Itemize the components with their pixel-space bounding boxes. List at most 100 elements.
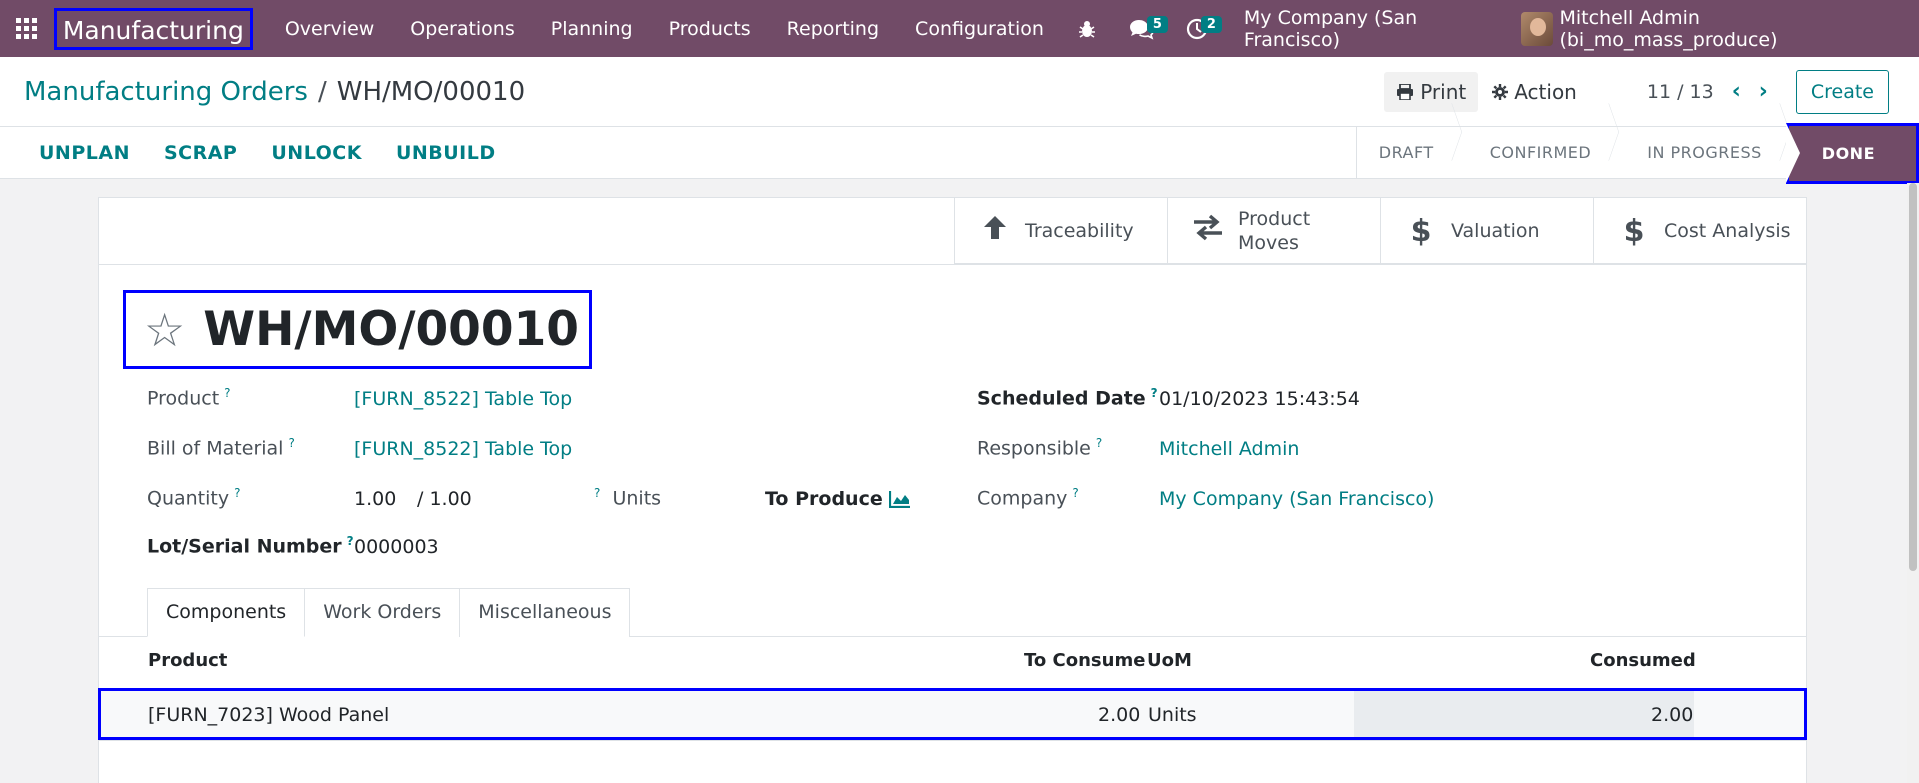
smart-bar-divider bbox=[99, 264, 1806, 265]
activity-count-badge: 2 bbox=[1200, 15, 1222, 33]
debug-bug-icon[interactable] bbox=[1062, 19, 1112, 39]
to-produce-label: To Produce bbox=[765, 488, 883, 510]
user-menu[interactable]: Mitchell Admin (bi_mo_mass_produce) bbox=[1521, 7, 1919, 51]
exchange-icon bbox=[1192, 213, 1224, 249]
pager-next-icon[interactable]: › bbox=[1759, 79, 1768, 104]
quantity-input[interactable]: 1.00 bbox=[354, 488, 396, 510]
menu-overview[interactable]: Overview bbox=[267, 18, 392, 40]
unplan-button[interactable]: UNPLAN bbox=[0, 142, 147, 164]
help-icon: ? bbox=[224, 386, 231, 400]
menu-operations[interactable]: Operations bbox=[392, 18, 532, 40]
help-icon: ? bbox=[1150, 386, 1158, 400]
dollar-icon: $ bbox=[1410, 213, 1432, 249]
menu-configuration[interactable]: Configuration bbox=[897, 18, 1062, 40]
responsible-field[interactable]: Mitchell Admin bbox=[1159, 438, 1299, 460]
quantity-label: Quantity? bbox=[147, 486, 240, 509]
top-navbar: Manufacturing Overview Operations Planni… bbox=[0, 0, 1919, 57]
avatar bbox=[1521, 11, 1554, 46]
breadcrumb-manufacturing-orders[interactable]: Manufacturing Orders bbox=[24, 77, 308, 107]
help-icon: ? bbox=[288, 436, 295, 450]
product-moves-button[interactable]: Product Moves bbox=[1167, 198, 1380, 264]
scheduled-date-field[interactable]: 01/10/2023 15:43:54 bbox=[1159, 388, 1360, 410]
app-brand[interactable]: Manufacturing bbox=[53, 7, 253, 50]
stage-in-progress[interactable]: IN PROGRESS bbox=[1615, 127, 1786, 178]
company-label-text: Company bbox=[977, 487, 1068, 510]
valuation-button[interactable]: $ Valuation bbox=[1380, 198, 1593, 264]
notebook-tabs: Components Work Orders Miscellaneous bbox=[147, 588, 631, 637]
chat-count-badge: 5 bbox=[1146, 15, 1168, 33]
cost-analysis-label: Cost Analysis bbox=[1664, 220, 1791, 242]
company-field[interactable]: My Company (San Francisco) bbox=[1159, 488, 1434, 510]
menu-products[interactable]: Products bbox=[651, 18, 769, 40]
area-chart-icon[interactable] bbox=[888, 490, 911, 512]
menu-reporting[interactable]: Reporting bbox=[769, 18, 897, 40]
star-icon[interactable]: ☆ bbox=[144, 303, 185, 357]
printer-icon bbox=[1397, 83, 1414, 100]
quantity-uom: ? Units bbox=[589, 486, 661, 509]
lot-label: Lot/Serial Number? bbox=[147, 534, 354, 557]
cost-analysis-button[interactable]: $ Cost Analysis bbox=[1593, 198, 1806, 264]
tab-work-orders[interactable]: Work Orders bbox=[304, 588, 461, 637]
help-icon: ? bbox=[234, 486, 241, 500]
pager-previous-icon[interactable]: ‹ bbox=[1732, 79, 1741, 104]
dollar-icon: $ bbox=[1623, 213, 1645, 249]
help-icon: ? bbox=[594, 486, 601, 500]
stage-draft[interactable]: DRAFT bbox=[1355, 127, 1458, 178]
lot-field[interactable]: 0000003 bbox=[354, 536, 439, 558]
record-title-box: ☆ WH/MO/00010 bbox=[123, 290, 592, 369]
print-label: Print bbox=[1420, 79, 1467, 104]
chat-icon[interactable]: 5 bbox=[1112, 15, 1170, 40]
valuation-label: Valuation bbox=[1451, 220, 1540, 242]
gear-icon bbox=[1492, 83, 1509, 100]
stage-confirmed[interactable]: CONFIRMED bbox=[1458, 127, 1616, 178]
scrap-button[interactable]: SCRAP bbox=[147, 142, 254, 164]
stage-pipeline: DRAFT CONFIRMED IN PROGRESS DONE bbox=[1355, 123, 1919, 184]
product-moves-label-line1: Product bbox=[1238, 208, 1311, 230]
responsible-label-text: Responsible bbox=[977, 437, 1091, 460]
bom-label-text: Bill of Material bbox=[147, 437, 284, 460]
status-bar: UNPLAN SCRAP UNLOCK UNBUILD DRAFT CONFIR… bbox=[0, 123, 1919, 184]
arrow-up-icon bbox=[979, 213, 1011, 249]
stage-done[interactable]: DONE bbox=[1785, 123, 1919, 184]
product-moves-label: Product Moves bbox=[1238, 207, 1310, 255]
quantity-label-text: Quantity bbox=[147, 487, 230, 510]
record-title: WH/MO/00010 bbox=[203, 302, 579, 357]
product-moves-label-line2: Moves bbox=[1238, 232, 1299, 254]
pager-value[interactable]: 11 / 13 bbox=[1647, 81, 1714, 103]
app-menu-button[interactable] bbox=[0, 0, 54, 57]
quantity-uom-text: Units bbox=[612, 487, 662, 510]
company-switcher[interactable]: My Company (San Francisco) bbox=[1224, 7, 1521, 51]
tab-components[interactable]: Components bbox=[147, 588, 306, 637]
column-product[interactable]: Product bbox=[148, 650, 227, 671]
activity-clock-icon[interactable]: 2 bbox=[1170, 15, 1224, 40]
bom-field[interactable]: [FURN_8522] Table Top bbox=[354, 438, 572, 460]
consumed-cell[interactable] bbox=[1354, 691, 1694, 737]
menu-planning[interactable]: Planning bbox=[533, 18, 651, 40]
row-uom: Units bbox=[1148, 704, 1197, 726]
unbuild-button[interactable]: UNBUILD bbox=[379, 142, 513, 164]
help-icon: ? bbox=[1095, 436, 1103, 450]
tab-miscellaneous[interactable]: Miscellaneous bbox=[459, 588, 631, 637]
column-uom[interactable]: UoM bbox=[1147, 650, 1192, 671]
grid-icon bbox=[16, 18, 38, 39]
column-consumed[interactable]: Consumed bbox=[1590, 650, 1696, 671]
lot-label-text: Lot/Serial Number bbox=[147, 535, 342, 558]
responsible-label: Responsible? bbox=[977, 436, 1102, 459]
action-button[interactable]: Action bbox=[1480, 72, 1589, 112]
traceability-label: Traceability bbox=[1025, 220, 1134, 242]
unlock-button[interactable]: UNLOCK bbox=[254, 142, 379, 164]
stage-done-label: DONE bbox=[1821, 144, 1875, 163]
column-to-consume[interactable]: To Consume bbox=[1024, 650, 1145, 671]
scrollbar-thumb[interactable] bbox=[1909, 183, 1917, 571]
smart-button-bar: Traceability Product Moves $ Valuation $… bbox=[954, 198, 1806, 264]
stage-notch bbox=[1785, 123, 1800, 183]
print-button[interactable]: Print bbox=[1384, 71, 1479, 112]
quantity-total: / 1.00 bbox=[417, 488, 472, 510]
create-button[interactable]: Create bbox=[1795, 69, 1889, 114]
product-field[interactable]: [FURN_8522] Table Top bbox=[354, 388, 572, 410]
traceability-button[interactable]: Traceability bbox=[954, 198, 1167, 264]
table-row[interactable]: [FURN_7023] Wood Panel 2.00 Units 2.00 bbox=[98, 688, 1807, 740]
help-icon: ? bbox=[1072, 486, 1079, 500]
form-sheet: Traceability Product Moves $ Valuation $… bbox=[98, 197, 1807, 783]
table-bottom-divider bbox=[99, 740, 1806, 741]
